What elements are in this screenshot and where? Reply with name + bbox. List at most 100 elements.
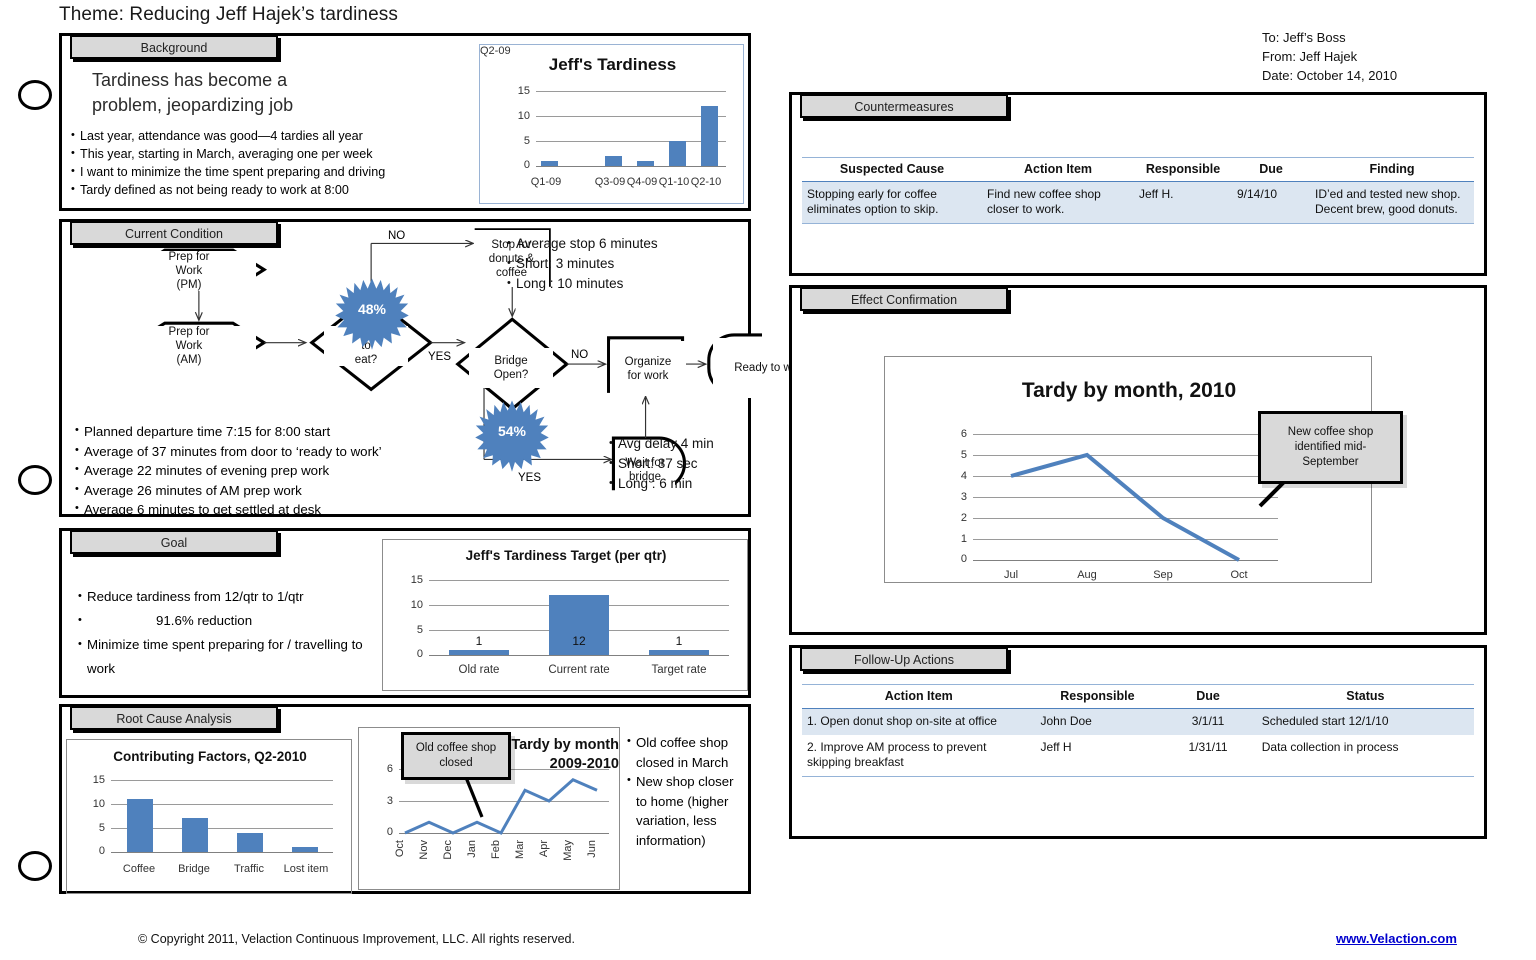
cell-action-item: 2. Improve AM process to prevent skippin… xyxy=(802,735,1036,777)
x-tick-label: Q2-09 xyxy=(480,45,511,57)
bar-q1-09 xyxy=(541,161,558,166)
y-tick-label: 2 xyxy=(960,512,967,524)
bar-q3-09 xyxy=(605,156,622,166)
bar-traffic xyxy=(237,833,263,852)
cell-action-item: 1. Open donut shop on-site at office xyxy=(802,708,1036,735)
list-item: Planned departure time 7:15 for 8:00 sta… xyxy=(75,421,515,442)
list-item: New shop closer to home (higher variatio… xyxy=(627,771,747,850)
x-tick-label: Q1-09 xyxy=(530,176,562,188)
list-item: Average 26 minutes of AM prep work xyxy=(75,480,515,501)
background-headline-line1: Tardiness has become a xyxy=(92,70,288,90)
cell-action-item: Find new coffee shop closer to work. xyxy=(982,181,1134,224)
velaction-website-link[interactable]: www.Velaction.com xyxy=(1336,931,1457,946)
chart-jeffs-tardiness-target: Jeff's Tardiness Target (per qtr) 1 12 1… xyxy=(382,539,748,691)
binder-hole-bottom xyxy=(18,851,52,881)
axis-line xyxy=(973,560,1278,561)
table-row[interactable]: Stopping early for coffee eliminates opt… xyxy=(802,181,1474,224)
data-label: 1 xyxy=(475,634,483,648)
table-row[interactable]: 1. Open donut shop on-site at office Joh… xyxy=(802,708,1474,735)
cell-finding: ID’ed and tested new shop. Decent brew, … xyxy=(1310,181,1474,224)
bar-q4-09 xyxy=(637,161,654,166)
panel-goal: Goal Reduce tardiness from 12/qtr to 1/q… xyxy=(59,528,751,698)
panel-current-condition: Current Condition Prep for Work (PM) Pre… xyxy=(59,219,829,520)
list-item: Short: 37 sec xyxy=(609,453,749,474)
y-tick-label: 0 xyxy=(960,553,967,565)
section-header-background: Background xyxy=(70,35,278,59)
chart-contributing-factors: Contributing Factors, Q2-2010 15 10 5 0 … xyxy=(66,739,352,894)
chart-title: Jeff's Tardiness Target (per qtr) xyxy=(465,548,667,563)
flow-node-label: Prep for Work (AM) xyxy=(168,326,210,366)
bar-coffee xyxy=(127,799,153,852)
column-header-status: Status xyxy=(1256,684,1474,709)
callout-new-coffee-shop: New coffee shop identified mid-September xyxy=(1258,411,1403,484)
binder-hole-middle xyxy=(18,465,52,495)
background-headline: Tardiness has become a problem, jeopardi… xyxy=(92,68,502,118)
x-tick-label: Current rate xyxy=(548,664,610,676)
flow-node-organize-for-work: Organize for work xyxy=(610,341,686,396)
bar-target-rate xyxy=(649,650,709,655)
y-tick-label: 5 xyxy=(960,449,967,461)
cell-responsible: John Doe xyxy=(1035,708,1160,735)
list-item: This year, starting in March, averaging … xyxy=(71,144,491,163)
table-header-row: Action Item Responsible Due Status xyxy=(802,684,1474,709)
y-tick-label: 0 xyxy=(523,159,530,171)
cell-due: 3/1/11 xyxy=(1159,708,1257,735)
list-item: Average 6 minutes to get settled at desk xyxy=(75,499,515,520)
page-title: Theme: Reducing Jeff Hajek’s tardiness xyxy=(59,4,398,25)
column-header-action-item: Action Item xyxy=(982,157,1134,182)
section-header-goal: Goal xyxy=(70,530,278,554)
edge-label-no-eat: NO xyxy=(388,230,406,242)
cell-responsible: Jeff H xyxy=(1035,735,1160,777)
edge-label-no-bridge: NO xyxy=(571,349,589,361)
y-tick-label: 4 xyxy=(960,470,967,482)
column-header-due: Due xyxy=(1232,157,1310,182)
list-item: Average stop 6 minutes xyxy=(507,233,692,254)
x-tick-label: Lost item xyxy=(283,863,329,875)
list-item: I want to minimize the time spent prepar… xyxy=(71,162,491,181)
y-tick-label: 5 xyxy=(416,624,423,636)
data-label: 12 xyxy=(572,634,586,648)
donut-stats: Average stop 6 minutes Short: 3 minutes … xyxy=(507,233,692,294)
x-tick-label: Coffee xyxy=(122,863,156,875)
cell-suspected-cause: Stopping early for coffee eliminates opt… xyxy=(802,181,982,224)
cell-status: Scheduled start 12/1/10 xyxy=(1256,708,1474,735)
current-condition-bullets: Planned departure time 7:15 for 8:00 sta… xyxy=(75,421,515,520)
list-item: 91.6% reduction xyxy=(78,608,378,633)
bar-lost-item xyxy=(292,847,318,852)
table-header-row: Suspected Cause Action Item Responsible … xyxy=(802,157,1474,182)
list-item: Average of 37 minutes from door to ‘read… xyxy=(75,441,515,462)
flow-node-label: Bridge Open? xyxy=(493,355,529,381)
x-tick-label: Oct xyxy=(1230,569,1248,581)
y-tick-label: 0 xyxy=(98,845,105,857)
bar-q2-10 xyxy=(701,106,718,166)
bridge-stats: Avg delay 4 min Short: 37 sec Long : 6 m… xyxy=(609,433,749,494)
flow-node-bridge-open: Bridge Open? xyxy=(469,348,553,388)
background-bullets: Last year, attendance was good—4 tardies… xyxy=(71,126,491,199)
x-tick-label: Q2-10 xyxy=(690,176,722,188)
gridline xyxy=(536,141,726,142)
list-item: Avg delay 4 min xyxy=(609,433,749,454)
y-tick-label: 10 xyxy=(410,599,423,611)
starburst-eat-percent-label: 48% xyxy=(357,301,387,317)
flow-node-prep-for-work-am: Prep for Work (AM) xyxy=(122,326,256,366)
list-item: Long : 6 min xyxy=(609,473,749,494)
column-header-responsible: Responsible xyxy=(1134,157,1232,182)
section-header-countermeasures: Countermeasures xyxy=(800,94,1008,118)
x-tick-label: Target rate xyxy=(651,664,707,676)
edge-label-yes-eat: YES xyxy=(428,351,452,363)
axis-line xyxy=(111,852,333,853)
y-tick-label: 5 xyxy=(523,135,530,147)
x-tick-label: Bridge xyxy=(178,863,210,875)
list-item: Minimize time spent preparing for / trav… xyxy=(78,632,378,681)
table-row[interactable]: 2. Improve AM process to prevent skippin… xyxy=(802,735,1474,777)
data-label: 1 xyxy=(675,634,683,648)
bar-q1-10 xyxy=(669,141,686,166)
plot-area xyxy=(111,780,333,853)
gridline xyxy=(536,91,726,92)
cell-due: 9/14/10 xyxy=(1232,181,1310,224)
x-tick-label: Jul xyxy=(1003,569,1019,581)
list-item: Short: 3 minutes xyxy=(507,253,692,274)
x-tick-label: Traffic xyxy=(234,863,264,875)
memo-from: From: Jeff Hajek xyxy=(1262,49,1358,64)
column-header-action-item: Action Item xyxy=(802,684,1036,709)
